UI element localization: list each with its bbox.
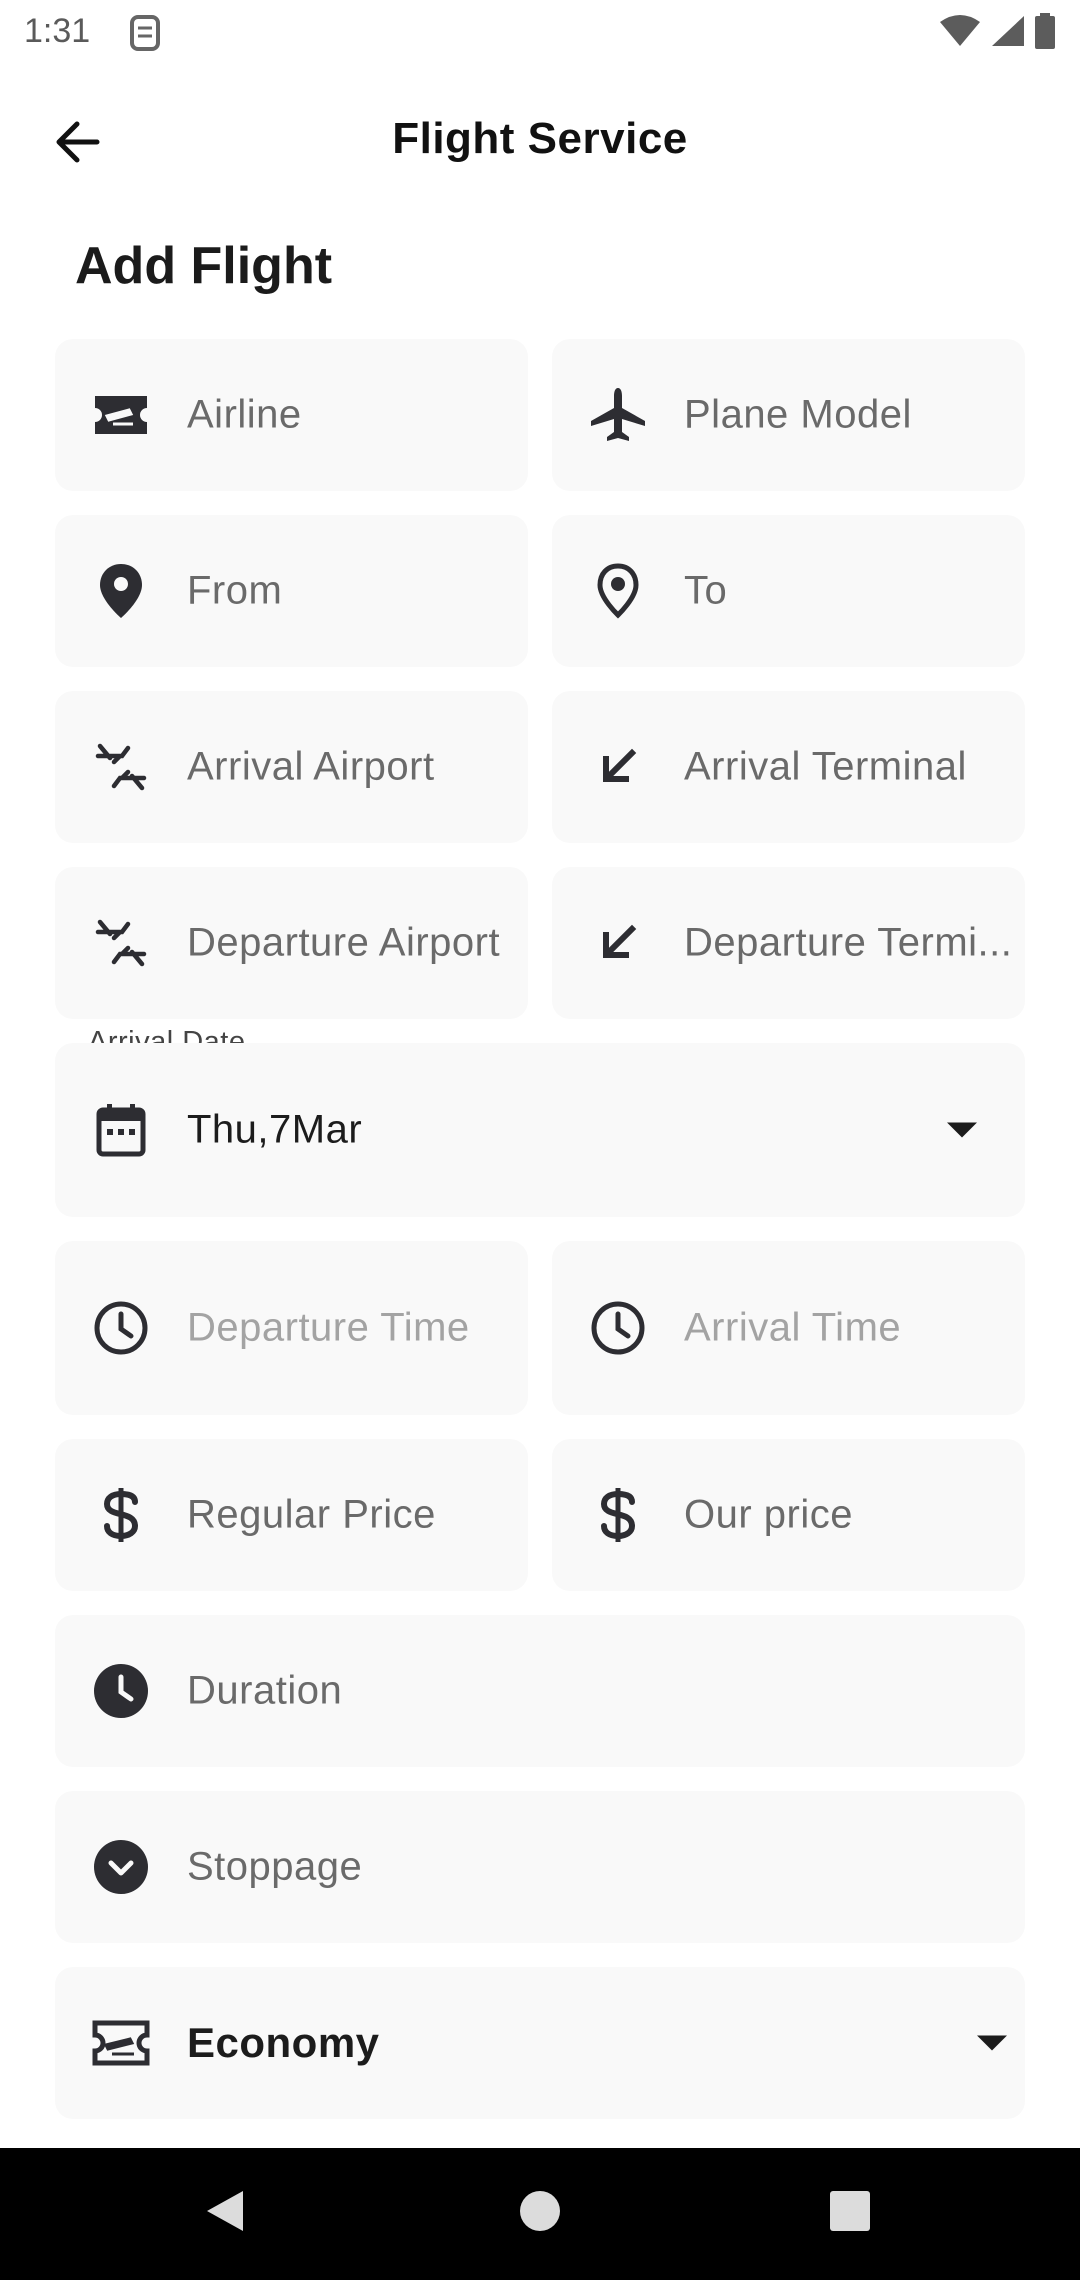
section-title: Add Flight (75, 237, 333, 295)
flight-class-icon (91, 2013, 151, 2073)
calendar-icon (91, 1100, 151, 1160)
flight-class-dropdown[interactable]: Economy (55, 1967, 1025, 2119)
arrival-date-value: Thu,7Mar (187, 1107, 363, 1152)
sim-card-icon (128, 14, 162, 52)
departure-airport-placeholder: Departure Airport (187, 920, 501, 965)
our-price-placeholder: Our price (684, 1492, 853, 1537)
departure-airport-field[interactable]: Departure Airport (55, 867, 528, 1019)
status-icons (938, 12, 1056, 54)
departure-terminal-placeholder: Departure Termi... (684, 920, 1013, 965)
triangle-back-icon (203, 2187, 247, 2240)
wifi-icon (938, 14, 982, 53)
stoppage-field[interactable]: Stoppage (55, 1791, 1025, 1943)
from-field[interactable]: From (55, 515, 528, 667)
airline-placeholder: Airline (187, 392, 302, 437)
regular-price-placeholder: Regular Price (187, 1492, 436, 1537)
square-recents-icon (828, 2189, 872, 2238)
duration-placeholder: Duration (187, 1668, 343, 1713)
our-price-field[interactable]: Our price (552, 1439, 1025, 1591)
plane-model-placeholder: Plane Model (684, 392, 912, 437)
departure-terminal-field[interactable]: Departure Termi... (552, 867, 1025, 1019)
connecting-airports-icon (91, 737, 151, 797)
duration-field[interactable]: Duration (55, 1615, 1025, 1767)
location-pin-filled-icon (91, 561, 151, 621)
clock-filled-icon (91, 1661, 151, 1721)
from-placeholder: From (187, 568, 283, 613)
south-west-arrow-icon (588, 737, 648, 797)
dropdown-arrow-icon (977, 2035, 1007, 2051)
chevron-circle-icon (91, 1837, 151, 1897)
arrival-time-field[interactable]: Arrival Time (552, 1241, 1025, 1415)
plane-model-field[interactable]: Plane Model (552, 339, 1025, 491)
arrival-airport-field[interactable]: Arrival Airport (55, 691, 528, 843)
circle-home-icon (518, 2189, 562, 2238)
nav-back-button[interactable] (185, 2178, 265, 2248)
clock-outline-icon (91, 1298, 151, 1358)
battery-icon (1034, 12, 1056, 54)
connecting-airports-icon (91, 913, 151, 973)
app-bar: Flight Service (0, 100, 1080, 186)
airplane-icon (588, 385, 648, 445)
status-bar: 1:31 (0, 0, 1080, 66)
ticket-icon (91, 385, 151, 445)
to-field[interactable]: To (552, 515, 1025, 667)
arrival-terminal-placeholder: Arrival Terminal (684, 744, 967, 789)
status-time: 1:31 (24, 12, 91, 50)
cell-signal-icon (990, 14, 1026, 53)
regular-price-field[interactable]: Regular Price (55, 1439, 528, 1591)
arrival-date-dropdown[interactable]: Thu,7Mar (55, 1043, 1025, 1217)
airline-field[interactable]: Airline (55, 339, 528, 491)
flight-class-value: Economy (187, 2019, 380, 2066)
dollar-icon (588, 1485, 648, 1545)
nav-recents-button[interactable] (810, 2178, 890, 2248)
south-west-arrow-icon (588, 913, 648, 973)
dropdown-arrow-icon (947, 1122, 977, 1138)
arrival-time-placeholder: Arrival Time (684, 1305, 902, 1350)
location-pin-outline-icon (588, 561, 648, 621)
system-nav-bar (0, 2148, 1080, 2280)
page-title: Flight Service (392, 114, 688, 163)
arrival-airport-placeholder: Arrival Airport (187, 744, 435, 789)
departure-time-placeholder: Departure Time (187, 1305, 470, 1350)
departure-time-field[interactable]: Departure Time (55, 1241, 528, 1415)
stoppage-placeholder: Stoppage (187, 1844, 363, 1889)
nav-home-button[interactable] (500, 2178, 580, 2248)
arrival-terminal-field[interactable]: Arrival Terminal (552, 691, 1025, 843)
dollar-icon (91, 1485, 151, 1545)
to-placeholder: To (684, 568, 728, 613)
clock-outline-icon (588, 1298, 648, 1358)
